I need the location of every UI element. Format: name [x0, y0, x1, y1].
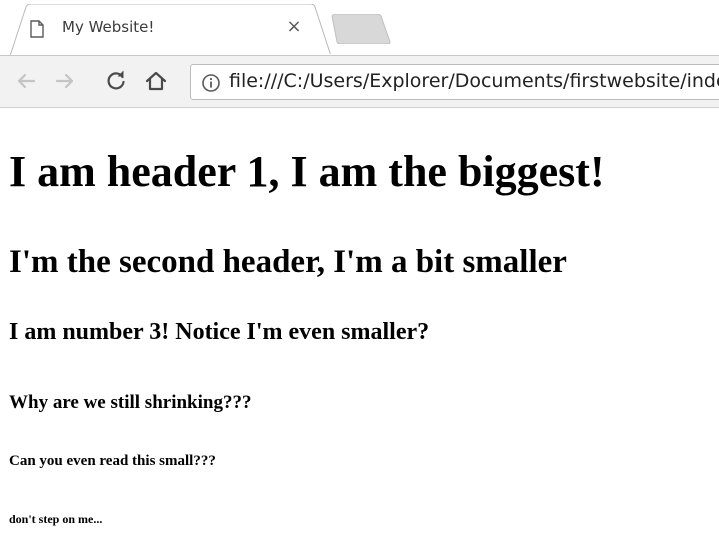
reload-button[interactable] — [101, 66, 131, 96]
tab-title: My Website! — [62, 18, 155, 36]
address-bar[interactable]: file:///C:/Users/Explorer/Documents/firs… — [190, 64, 719, 100]
heading-2: I'm the second header, I'm a bit smaller — [9, 244, 567, 280]
forward-button[interactable] — [50, 66, 80, 96]
close-icon[interactable]: × — [283, 16, 305, 38]
heading-6: don't step on me... — [9, 512, 103, 526]
heading-5: Can you even read this small??? — [9, 453, 216, 469]
new-tab-button[interactable] — [328, 14, 394, 44]
home-button[interactable] — [141, 66, 171, 96]
tab-strip: My Website! × — [0, 0, 719, 56]
info-icon[interactable] — [201, 73, 221, 93]
heading-3: I am number 3! Notice I'm even smaller? — [9, 319, 430, 345]
home-icon — [145, 71, 167, 91]
back-button[interactable] — [11, 66, 41, 96]
heading-1: I am header 1, I am the biggest! — [9, 147, 605, 196]
heading-4: Why are we still shrinking??? — [9, 392, 252, 413]
arrow-left-icon — [17, 73, 36, 89]
toolbar: file:///C:/Users/Explorer/Documents/firs… — [0, 55, 719, 108]
page-icon — [30, 20, 44, 38]
url-text[interactable]: file:///C:/Users/Explorer/Documents/firs… — [229, 70, 719, 92]
page-content: I am header 1, I am the biggest! I'm the… — [0, 108, 719, 549]
arrow-right-icon — [55, 73, 74, 89]
tab-my-website[interactable]: My Website! × — [0, 4, 345, 56]
browser-window: My Website! × file:///C:/Users/Explorer/… — [0, 0, 719, 549]
reload-icon — [107, 70, 125, 90]
